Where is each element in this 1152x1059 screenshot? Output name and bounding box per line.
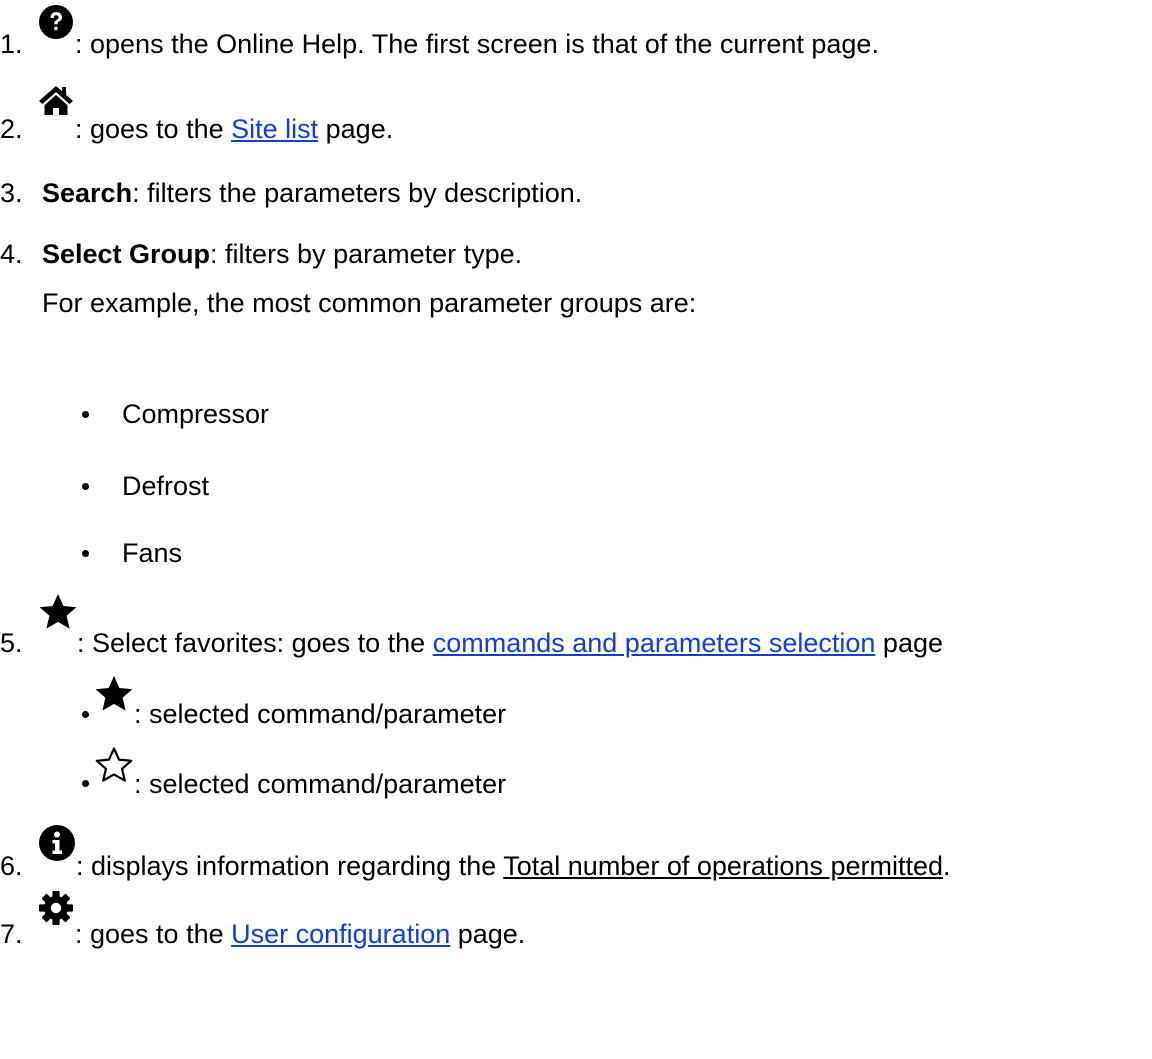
user-configuration-link[interactable]: User configuration: [231, 919, 450, 949]
item-number: 4.: [0, 239, 23, 269]
star-filled-icon: [94, 675, 134, 713]
item-bold-label: Search: [42, 178, 133, 208]
item-text: Search: filters the parameters by descri…: [42, 177, 582, 209]
site-list-link[interactable]: Site list: [231, 114, 318, 144]
item-text-body: : filters by parameter type.: [210, 239, 523, 269]
star-filled-icon: [38, 593, 78, 631]
item-text: : displays information regarding the Tot…: [76, 850, 951, 882]
item-text-body: : filters the parameters by description.: [132, 178, 583, 208]
item-number: 6.: [0, 851, 23, 881]
item-text-suffix: page.: [450, 919, 526, 949]
item-bold-label: Select Group: [42, 239, 211, 269]
gear-icon: [38, 890, 74, 926]
item-text-prefix: : Select favorites: goes to the: [77, 628, 433, 658]
item-text-prefix: : goes to the: [75, 919, 232, 949]
bullet-text: Compressor: [122, 399, 270, 429]
item-text-suffix: page.: [318, 114, 394, 144]
item-text: : goes to the Site list page.: [75, 113, 393, 145]
total-operations-permitted-text: Total number of operations permitted: [503, 851, 943, 881]
bullet-dot: [82, 550, 89, 557]
item-number: 5.: [0, 628, 23, 658]
item-text-suffix: page: [875, 628, 943, 658]
home-icon: [38, 84, 74, 116]
item-text: : goes to the User configuration page.: [75, 918, 525, 950]
star-outline-icon: [94, 746, 134, 784]
item-number: 3.: [0, 178, 23, 208]
item-text: : Select favorites: goes to the commands…: [77, 627, 943, 659]
item-note: For example, the most common parameter g…: [42, 288, 697, 318]
item-text-suffix: .: [943, 851, 951, 881]
bullet-dot: [82, 411, 89, 418]
item-number: 7.: [0, 919, 23, 949]
item-text: : opens the Online Help. The first scree…: [75, 29, 879, 59]
item-text-prefix: : goes to the: [75, 114, 232, 144]
bullet-dot: [82, 780, 89, 787]
info-circle-icon: [38, 824, 76, 862]
item-text-prefix: : displays information regarding the: [76, 851, 504, 881]
item-number: 1.: [0, 29, 23, 59]
bullet-text: Fans: [122, 538, 183, 568]
sub-bullet-text: : selected command/parameter: [134, 699, 507, 729]
sub-bullet-text: : selected command/parameter: [134, 769, 507, 799]
question-circle-icon: [38, 4, 74, 40]
bullet-text: Defrost: [122, 471, 210, 501]
item-number: 2.: [0, 114, 23, 144]
commands-and-parameters-selection-link[interactable]: commands and parameters selection: [433, 628, 876, 658]
bullet-dot: [82, 483, 89, 490]
bullet-dot: [82, 711, 89, 718]
item-text: Select Group: filters by parameter type.: [42, 238, 522, 270]
